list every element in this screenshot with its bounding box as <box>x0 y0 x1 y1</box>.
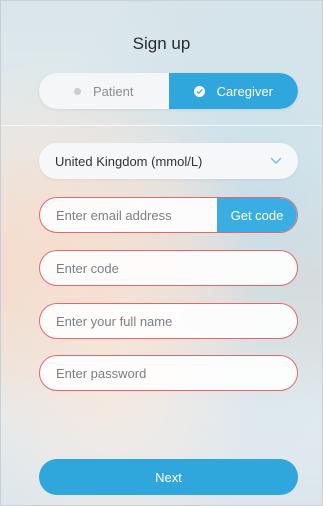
region-select-value: United Kingdom (mmol/L) <box>55 153 203 169</box>
role-toggle: Patient Caregiver <box>39 73 298 109</box>
get-code-button[interactable]: Get code <box>217 198 297 232</box>
check-circle-icon <box>193 85 205 97</box>
checkmark-icon <box>195 88 203 94</box>
full-name-input[interactable] <box>40 304 297 338</box>
radio-unselected-icon <box>74 87 81 95</box>
next-button[interactable]: Next <box>39 459 298 495</box>
password-input[interactable] <box>40 356 297 390</box>
section-divider <box>1 125 322 126</box>
code-input[interactable] <box>40 251 297 285</box>
code-field <box>39 250 298 286</box>
full-name-field <box>39 303 298 339</box>
email-input[interactable] <box>40 198 217 232</box>
region-select[interactable]: United Kingdom (mmol/L) <box>39 143 298 179</box>
role-option-caregiver[interactable]: Caregiver <box>168 73 298 109</box>
signup-screen: Sign up Patient Caregiver United Kingdom… <box>0 0 323 506</box>
role-option-caregiver-label: Caregiver <box>216 83 273 99</box>
email-field: Get code <box>39 197 298 233</box>
page-title: Sign up <box>132 34 191 53</box>
role-option-patient-label: Patient <box>93 83 134 99</box>
password-field <box>39 355 298 391</box>
chevron-down-icon <box>270 157 282 164</box>
role-option-patient[interactable]: Patient <box>39 73 169 109</box>
